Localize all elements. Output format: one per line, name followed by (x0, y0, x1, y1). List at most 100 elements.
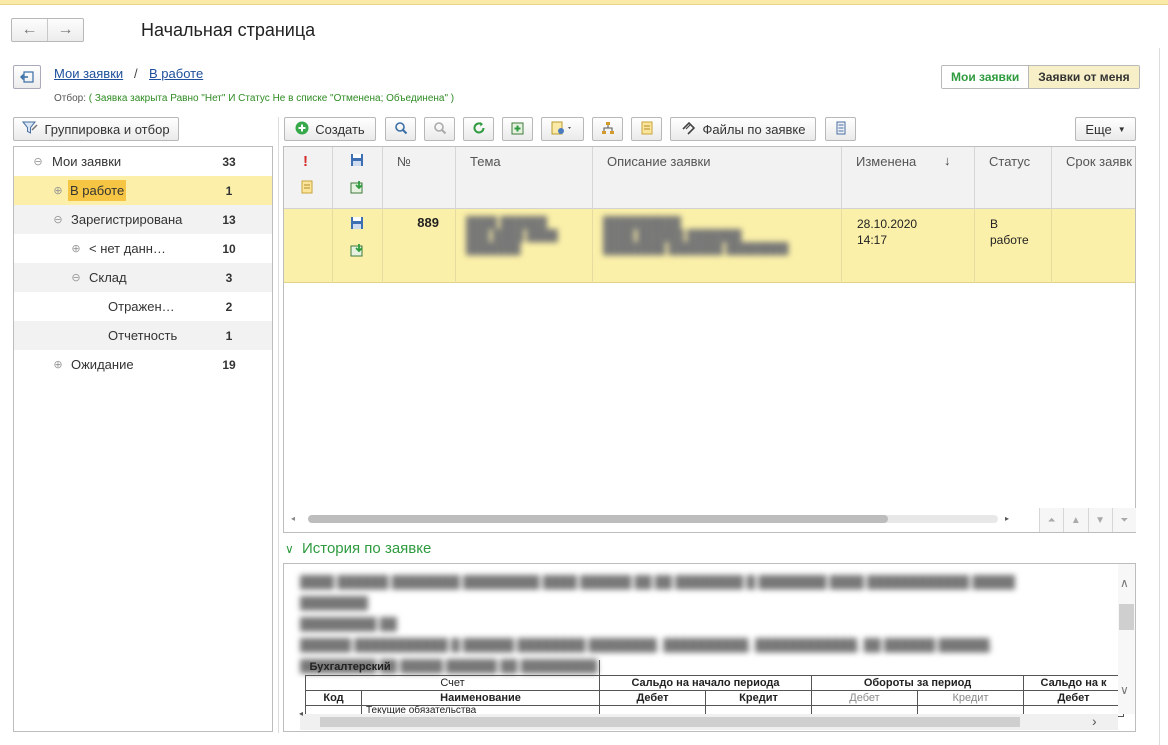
note-icon (641, 121, 653, 138)
tree-label: < нет данн… (89, 241, 166, 256)
list-icon (836, 121, 846, 138)
refresh-button[interactable] (463, 117, 494, 141)
structure-button[interactable] (592, 117, 623, 141)
search-cancel-button[interactable] (424, 117, 455, 141)
collapse-icon[interactable]: ⊖ (70, 271, 82, 284)
scroll-right-icon[interactable]: ▸ (1005, 514, 1009, 523)
filter-description: Отбор: ( Заявка закрыта Равно "Нет" И Ст… (54, 93, 454, 104)
last-row-icon[interactable]: ⏷ (1111, 508, 1136, 532)
breadcrumb-in-progress[interactable]: В работе (149, 66, 203, 81)
tree-label: Склад (89, 270, 127, 285)
tree-label: Отчетность (108, 328, 178, 343)
document-dropdown-icon (551, 121, 575, 138)
tree-count: 2 (225, 299, 233, 314)
requests-table: ! № Тема Описание заявки Изменена ↓ Стат… (283, 146, 1136, 533)
cell-flags (333, 209, 383, 283)
tree-count: 3 (225, 270, 233, 285)
scroll-left-icon[interactable]: ◂ (291, 514, 295, 523)
tree-count: 1 (225, 328, 233, 343)
accounting-report-table: Бухгалтерский Счет Сальдо на начало пери… (305, 660, 1124, 717)
tree-row-waiting[interactable]: ⊕ Ожидание 19 (14, 350, 272, 379)
group-tree: ⊖ Мои заявки 33 ⊕ В работе 1 ⊖ Зарегистр… (13, 146, 273, 732)
column-flags[interactable] (333, 147, 383, 209)
tree-count: 1 (225, 183, 233, 198)
expand-icon[interactable]: ⊕ (52, 358, 64, 371)
tree-row-my-requests[interactable]: ⊖ Мои заявки 33 (14, 147, 272, 176)
history-vertical-scroll-thumb[interactable] (1119, 604, 1134, 630)
cell-topic-redacted: ████ ██████ ███ ████ ████ ███████ (456, 209, 593, 283)
import-icon (350, 180, 382, 197)
column-deadline[interactable]: Срок заявк (1052, 147, 1135, 209)
note-button[interactable] (631, 117, 662, 141)
next-row-icon[interactable]: ▼ (1087, 508, 1112, 532)
print-menu-button[interactable] (541, 117, 584, 141)
tree-row-in-progress[interactable]: ⊕ В работе 1 (14, 176, 272, 205)
tab-requests-from-me[interactable]: Заявки от меня (1029, 66, 1139, 88)
column-status[interactable]: Статус (975, 147, 1052, 209)
import-icon (350, 243, 382, 260)
plus-circle-icon (295, 121, 309, 138)
more-button[interactable]: Еще ▼ (1075, 117, 1136, 141)
first-row-icon[interactable]: ⏶ (1039, 508, 1064, 532)
forward-arrow-icon[interactable]: → (48, 19, 83, 41)
breadcrumb-separator: / (134, 66, 138, 81)
refresh-icon (472, 121, 486, 138)
search-icon (394, 121, 408, 138)
collapse-icon[interactable]: ⊖ (32, 155, 44, 168)
changed-date: 28.10.2020 (857, 217, 918, 231)
top-accent-line (0, 0, 1168, 5)
request-files-button[interactable]: Файлы по заявке (670, 117, 816, 141)
filter-prefix: Отбор: (54, 93, 86, 104)
tree-row-no-data[interactable]: ⊕ < нет данн… 10 (14, 234, 272, 263)
tree-row-reporting[interactable]: Отчетность 1 (14, 321, 272, 350)
add-document-icon (511, 121, 525, 138)
tree-row-reflected[interactable]: Отражен… 2 (14, 292, 272, 321)
status-line-2: работе (990, 233, 1029, 247)
save-icon (350, 216, 382, 233)
search-button[interactable] (385, 117, 416, 141)
scroll-down-icon[interactable]: ∨ (1120, 683, 1129, 697)
cell-status: В работе (975, 209, 1052, 283)
report-credit-header: Кредит (705, 689, 812, 706)
funnel-icon (22, 121, 38, 138)
add-copy-button[interactable] (502, 117, 533, 141)
table-row[interactable]: 889 ████ ██████ ███ ████ ████ ███████ ████… (284, 209, 1135, 283)
back-arrow-icon[interactable]: ← (12, 19, 48, 41)
return-icon (20, 71, 34, 83)
horizontal-scroll-thumb[interactable] (308, 515, 888, 523)
collapse-icon[interactable]: ⊖ (52, 213, 64, 226)
tree-count: 33 (222, 154, 236, 169)
create-button[interactable]: Создать (284, 117, 376, 141)
tree-row-warehouse[interactable]: ⊖ Склад 3 (14, 263, 272, 292)
breadcrumb-my-requests[interactable]: Мои заявки (54, 66, 123, 81)
column-description[interactable]: Описание заявки (593, 147, 842, 209)
scroll-up-icon[interactable]: ∧ (1120, 576, 1129, 590)
expand-icon[interactable]: ⊕ (52, 184, 64, 197)
redacted-text: ██████████ ████ ██████ ███████ ████████ ██… (603, 217, 789, 255)
column-changed[interactable]: Изменена ↓ (842, 147, 975, 209)
history-horizontal-scroll-thumb[interactable] (320, 717, 1020, 727)
column-changed-label: Изменена (856, 154, 917, 169)
hierarchy-icon (601, 121, 615, 138)
scroll-right-icon[interactable]: › (1092, 713, 1097, 729)
chevron-down-icon: ▼ (1117, 124, 1126, 134)
tab-my-requests[interactable]: Мои заявки (942, 66, 1030, 88)
column-number[interactable]: № (383, 147, 456, 209)
report-account-header: Счет (305, 674, 600, 691)
paperclip-icon (681, 121, 697, 138)
filter-text: ( Заявка закрыта Равно "Нет" И Статус Не… (88, 93, 455, 104)
group-filter-button[interactable]: Группировка и отбор (13, 117, 179, 141)
history-section-title[interactable]: ∨ История по заявке (285, 540, 431, 557)
return-button[interactable] (13, 65, 41, 89)
request-tabs: Мои заявки Заявки от меня (941, 65, 1140, 89)
tree-row-registered[interactable]: ⊖ Зарегистрирована 13 (14, 205, 272, 234)
expand-icon[interactable]: ⊕ (70, 242, 82, 255)
report-debit-header: Дебет (1023, 689, 1124, 706)
column-topic[interactable]: Тема (456, 147, 593, 209)
column-priority[interactable]: ! (284, 147, 333, 209)
prev-row-icon[interactable]: ▲ (1063, 508, 1088, 532)
scroll-left-icon[interactable]: ◂ (299, 709, 303, 718)
report-debit-header: Дебет (811, 689, 918, 706)
tree-label: Мои заявки (52, 154, 122, 169)
list-settings-button[interactable] (825, 117, 856, 141)
